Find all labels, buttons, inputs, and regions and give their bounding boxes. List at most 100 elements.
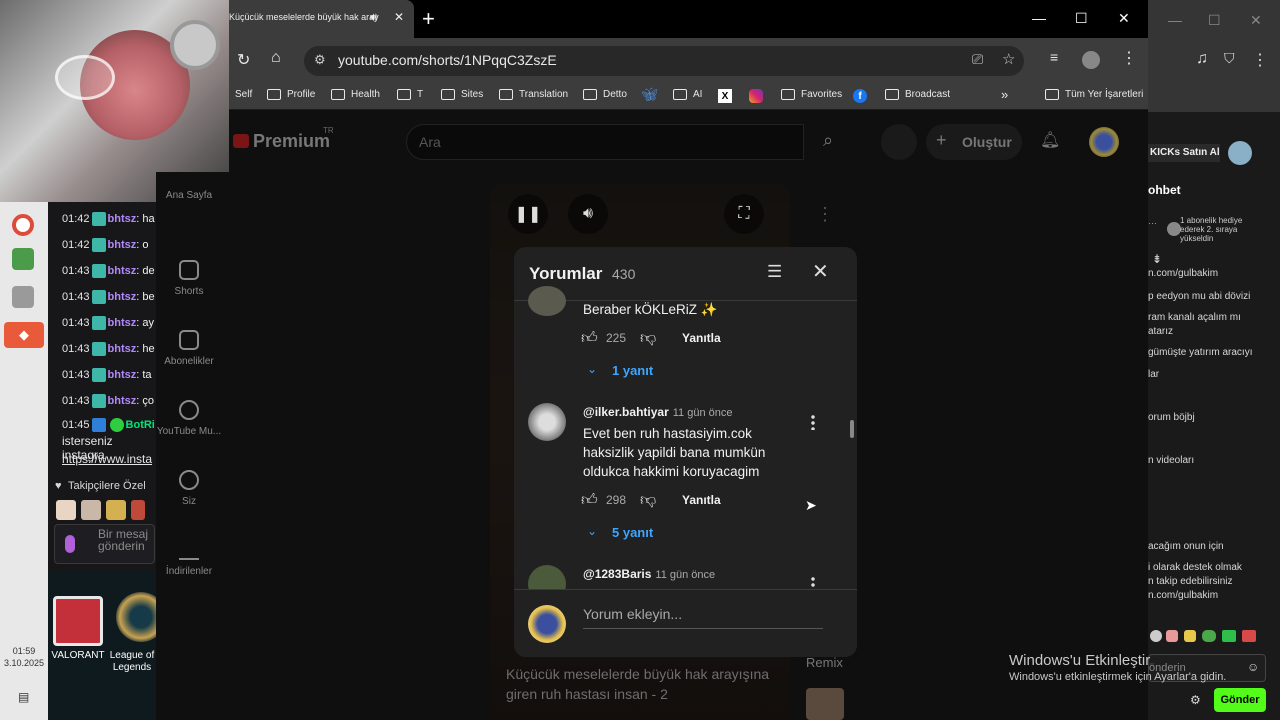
show-replies-button[interactable]: 1 yanıt: [612, 363, 653, 378]
tab-close-icon[interactable]: ✕: [394, 10, 404, 24]
bookmark-folder[interactable]: Detto: [583, 89, 627, 100]
more-options-icon[interactable]: ⋮: [816, 204, 834, 225]
butterfly-icon[interactable]: 🦋︎: [641, 87, 658, 103]
media-icon[interactable]: ≡: [1050, 49, 1058, 65]
new-tab-button[interactable]: +: [422, 6, 435, 32]
bookmark-folder[interactable]: Health: [331, 89, 380, 100]
voice-search-icon[interactable]: [881, 124, 917, 160]
emote-icon[interactable]: [1222, 630, 1236, 642]
bot-link[interactable]: https://www.insta: [62, 452, 152, 466]
filter-icon[interactable]: ⇟: [1152, 252, 1162, 266]
profile-avatar[interactable]: [1082, 51, 1100, 69]
sidebar-item-shorts[interactable]: Shorts: [156, 260, 222, 297]
bookmark-folder[interactable]: Profile: [267, 89, 315, 100]
emote-icon[interactable]: [56, 500, 76, 520]
maximize-icon[interactable]: ☐: [1208, 12, 1221, 29]
menu-icon[interactable]: ⋮: [1121, 48, 1137, 68]
comments-scrollbar[interactable]: [850, 420, 854, 438]
bookmark-item[interactable]: Self: [235, 89, 252, 100]
install-icon[interactable]: ⎚: [972, 51, 983, 68]
maximize-icon[interactable]: ☐: [1075, 10, 1088, 27]
bookmark-folder[interactable]: Broadcast: [885, 89, 950, 100]
menu-icon[interactable]: ⋮: [1252, 50, 1268, 70]
add-comment-input[interactable]: Yorum ekleyin...: [583, 606, 823, 629]
fullscreen-icon[interactable]: ⛶: [724, 194, 764, 234]
create-button[interactable]: + Oluştur: [926, 124, 1022, 160]
star-icon[interactable]: ☆: [1002, 50, 1015, 68]
valorant-icon[interactable]: [53, 596, 103, 646]
pause-icon[interactable]: ❚❚: [508, 194, 548, 234]
remix-thumbnail[interactable]: [806, 688, 844, 720]
speaker-icon[interactable]: 🔊︎: [370, 10, 378, 25]
minimize-icon[interactable]: —: [1032, 10, 1046, 26]
account-avatar[interactable]: [1089, 127, 1119, 157]
emote-icon[interactable]: [81, 500, 101, 520]
dislike-icon[interactable]: 👎︎: [640, 329, 656, 348]
buy-kicks-button[interactable]: KICKs Satın Al: [1148, 144, 1220, 162]
sidebar-item-youtube-music[interactable]: YouTube Mu...: [156, 400, 222, 437]
remix-label[interactable]: Remix: [806, 655, 843, 670]
browser-tab-active[interactable]: Küçücük meselelerde büyük hak aray 🔊︎ ✕: [229, 0, 414, 38]
more-bookmarks-icon[interactable]: »: [1001, 87, 1008, 102]
mic-icon[interactable]: [65, 535, 75, 553]
chevron-down-icon[interactable]: ⌄: [587, 524, 597, 538]
home-icon[interactable]: ⌂: [271, 49, 281, 67]
bookmark-folder[interactable]: T: [397, 89, 423, 100]
search-input[interactable]: Ara: [406, 124, 804, 160]
app-icon-green[interactable]: [12, 248, 34, 270]
all-bookmarks-folder[interactable]: Tüm Yer İşaretleri: [1045, 89, 1143, 100]
music-note-icon[interactable]: ♫: [1196, 50, 1208, 68]
close-icon[interactable]: ✕: [1118, 10, 1130, 27]
kick-avatar[interactable]: [1228, 141, 1252, 165]
sidebar-item-you[interactable]: Siz: [156, 470, 222, 507]
bookmark-folder[interactable]: Favorites: [781, 89, 842, 100]
like-icon[interactable]: 👍︎: [581, 491, 598, 510]
reply-button[interactable]: Yanıtla: [682, 493, 721, 507]
chevron-down-icon[interactable]: ⌄: [587, 362, 597, 376]
app-icon-gray[interactable]: [12, 286, 34, 308]
bookmark-folder[interactable]: Translation: [499, 89, 568, 100]
avatar[interactable]: [528, 403, 566, 441]
youtube-logo-icon[interactable]: [233, 134, 249, 148]
chat-message-input[interactable]: Bir mesaj gönderin: [54, 524, 155, 564]
show-replies-button[interactable]: 5 yanıt: [612, 525, 653, 540]
address-bar[interactable]: ⚙ youtube.com/shorts/1NPqqC3ZszE ⎚ ☆: [304, 46, 1024, 76]
folder-icon: [781, 89, 795, 100]
volume-icon[interactable]: 🔊︎: [568, 194, 608, 234]
shield-icon[interactable]: ⛉: [1224, 50, 1235, 67]
emote-icon[interactable]: [1184, 630, 1196, 642]
emote-icon[interactable]: [106, 500, 126, 520]
send-button[interactable]: Gönder: [1214, 688, 1266, 712]
emote-icon[interactable]: [1242, 630, 1256, 642]
search-icon[interactable]: ⌕: [823, 130, 833, 151]
bookmark-folder[interactable]: Sites: [441, 89, 483, 100]
sort-icon[interactable]: ☰: [767, 262, 782, 282]
emote-icon[interactable]: [1166, 630, 1178, 642]
app-icon-red[interactable]: ◆: [4, 322, 44, 348]
site-info-icon[interactable]: ⚙: [314, 52, 326, 68]
chrome-icon[interactable]: [12, 214, 34, 236]
close-comments-icon[interactable]: ✕: [812, 259, 829, 284]
settings-icon[interactable]: ⚙: [1190, 693, 1201, 707]
instagram-icon[interactable]: [749, 89, 763, 103]
emote-icon[interactable]: [1202, 630, 1216, 642]
emote-icon[interactable]: [131, 500, 145, 520]
reply-button[interactable]: Yanıtla: [682, 331, 721, 345]
notification-icon[interactable]: ▤: [18, 690, 29, 704]
dislike-icon[interactable]: 👎︎: [640, 491, 656, 510]
notifications-icon[interactable]: 🔔︎: [1040, 130, 1060, 150]
comment-menu-icon[interactable]: [811, 414, 815, 430]
close-icon[interactable]: ✕: [1250, 12, 1262, 29]
sidebar-item-downloads[interactable]: İndirilenler: [156, 540, 222, 577]
folder-icon: [397, 89, 411, 100]
minimize-icon[interactable]: —: [1168, 12, 1182, 28]
sidebar-item-home[interactable]: Ana Sayfa: [156, 190, 222, 201]
reload-icon[interactable]: ↻: [237, 50, 250, 70]
facebook-icon[interactable]: f: [853, 89, 867, 103]
bookmark-folder[interactable]: AI: [673, 89, 702, 100]
x-icon[interactable]: X: [718, 89, 732, 103]
avatar[interactable]: [528, 286, 566, 316]
sidebar-item-subscriptions[interactable]: Abonelikler: [156, 330, 222, 367]
emote-icon[interactable]: [1150, 630, 1162, 642]
like-icon[interactable]: 👍︎: [581, 329, 598, 348]
